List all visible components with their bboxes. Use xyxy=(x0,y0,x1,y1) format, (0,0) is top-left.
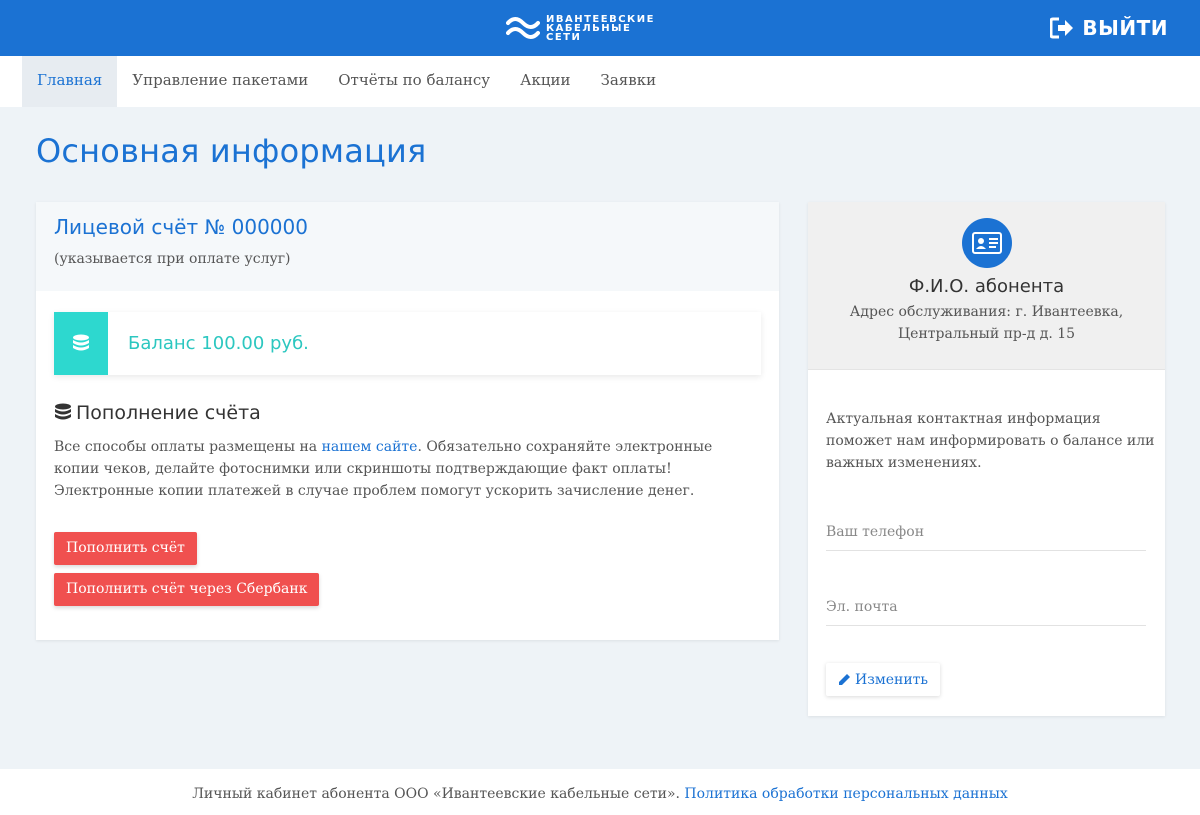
account-card-header: Лицевой счёт № 000000 (указывается при о… xyxy=(36,202,779,291)
id-card-icon xyxy=(971,232,1002,254)
address-line-2: Центральный пр-д д. 15 xyxy=(897,326,1076,342)
contact-info-text: Актуальная контактная информация поможет… xyxy=(826,411,1155,471)
phone-input[interactable] xyxy=(826,513,1146,551)
nav-item-requests[interactable]: Заявки xyxy=(586,56,672,107)
sign-out-icon xyxy=(1050,17,1074,39)
exit-label: ВЫЙТИ xyxy=(1082,16,1168,40)
avatar xyxy=(961,218,1012,268)
pencil-icon xyxy=(839,674,850,685)
service-address: Адрес обслуживания: г. Ивантеевка, Центр… xyxy=(808,301,1165,345)
brand-name: ИВАНТЕЕВСКИЕ КАБЕЛЬНЫЕ СЕТИ xyxy=(546,14,655,43)
payment-site-link[interactable]: нашем сайте xyxy=(322,439,418,455)
page-footer: Личный кабинет абонента ООО «Ивантеевски… xyxy=(0,769,1200,815)
account-note: (указывается при оплате услуг) xyxy=(54,251,291,267)
exit-button[interactable]: ВЫЙТИ xyxy=(1050,14,1168,42)
balance-box: Баланс 100.00 руб. xyxy=(54,312,761,375)
top-header: ИВАНТЕЕВСКИЕ КАБЕЛЬНЫЕ СЕТИ ВЫЙТИ xyxy=(0,0,1200,56)
edit-label: Изменить xyxy=(855,671,929,688)
account-card: Лицевой счёт № 000000 (указывается при о… xyxy=(36,202,779,640)
main-nav: Главная Управление пакетами Отчёты по ба… xyxy=(0,56,1200,107)
balance-text: Баланс 100.00 руб. xyxy=(128,333,309,354)
footer-text: Личный кабинет абонента ООО «Ивантеевски… xyxy=(192,786,685,802)
email-input[interactable] xyxy=(826,588,1146,626)
profile-card: Ф.И.О. абонента Адрес обслуживания: г. И… xyxy=(808,202,1165,716)
account-number-title: Лицевой счёт № 000000 xyxy=(54,215,308,239)
brand-line-3: СЕТИ xyxy=(546,31,582,43)
address-line-1: Адрес обслуживания: г. Ивантеевка, xyxy=(849,304,1124,320)
profile-card-header: Ф.И.О. абонента Адрес обслуживания: г. И… xyxy=(808,202,1165,370)
topup-sberbank-button[interactable]: Пополнить счёт через Сбербанк xyxy=(54,573,320,606)
brand-logo[interactable]: ИВАНТЕЕВСКИЕ КАБЕЛЬНЫЕ СЕТИ xyxy=(506,12,655,44)
waves-logo-icon xyxy=(506,17,540,39)
privacy-policy-link[interactable]: Политика обработки персональных данных xyxy=(684,786,1007,802)
subscriber-name: Ф.И.О. абонента xyxy=(908,276,1065,297)
topup-title-text: Пополнение счёта xyxy=(76,402,261,424)
edit-contacts-button[interactable]: Изменить xyxy=(826,663,941,696)
topup-button[interactable]: Пополнить счёт xyxy=(54,532,197,565)
topup-description: Все способы оплаты размещены на нашем са… xyxy=(54,436,754,502)
database-icon xyxy=(55,403,71,420)
topup-text-before: Все способы оплаты размещены на xyxy=(54,439,322,455)
balance-icon-box xyxy=(54,312,108,375)
database-icon xyxy=(73,334,89,350)
nav-item-home[interactable]: Главная xyxy=(22,56,118,107)
nav-item-promotions[interactable]: Акции xyxy=(505,56,585,107)
page-title: Основная информация xyxy=(36,132,427,170)
nav-item-packages[interactable]: Управление пакетами xyxy=(117,56,323,107)
nav-item-balance-reports[interactable]: Отчёты по балансу xyxy=(323,56,505,107)
topup-title: Пополнение счёта xyxy=(54,402,261,424)
